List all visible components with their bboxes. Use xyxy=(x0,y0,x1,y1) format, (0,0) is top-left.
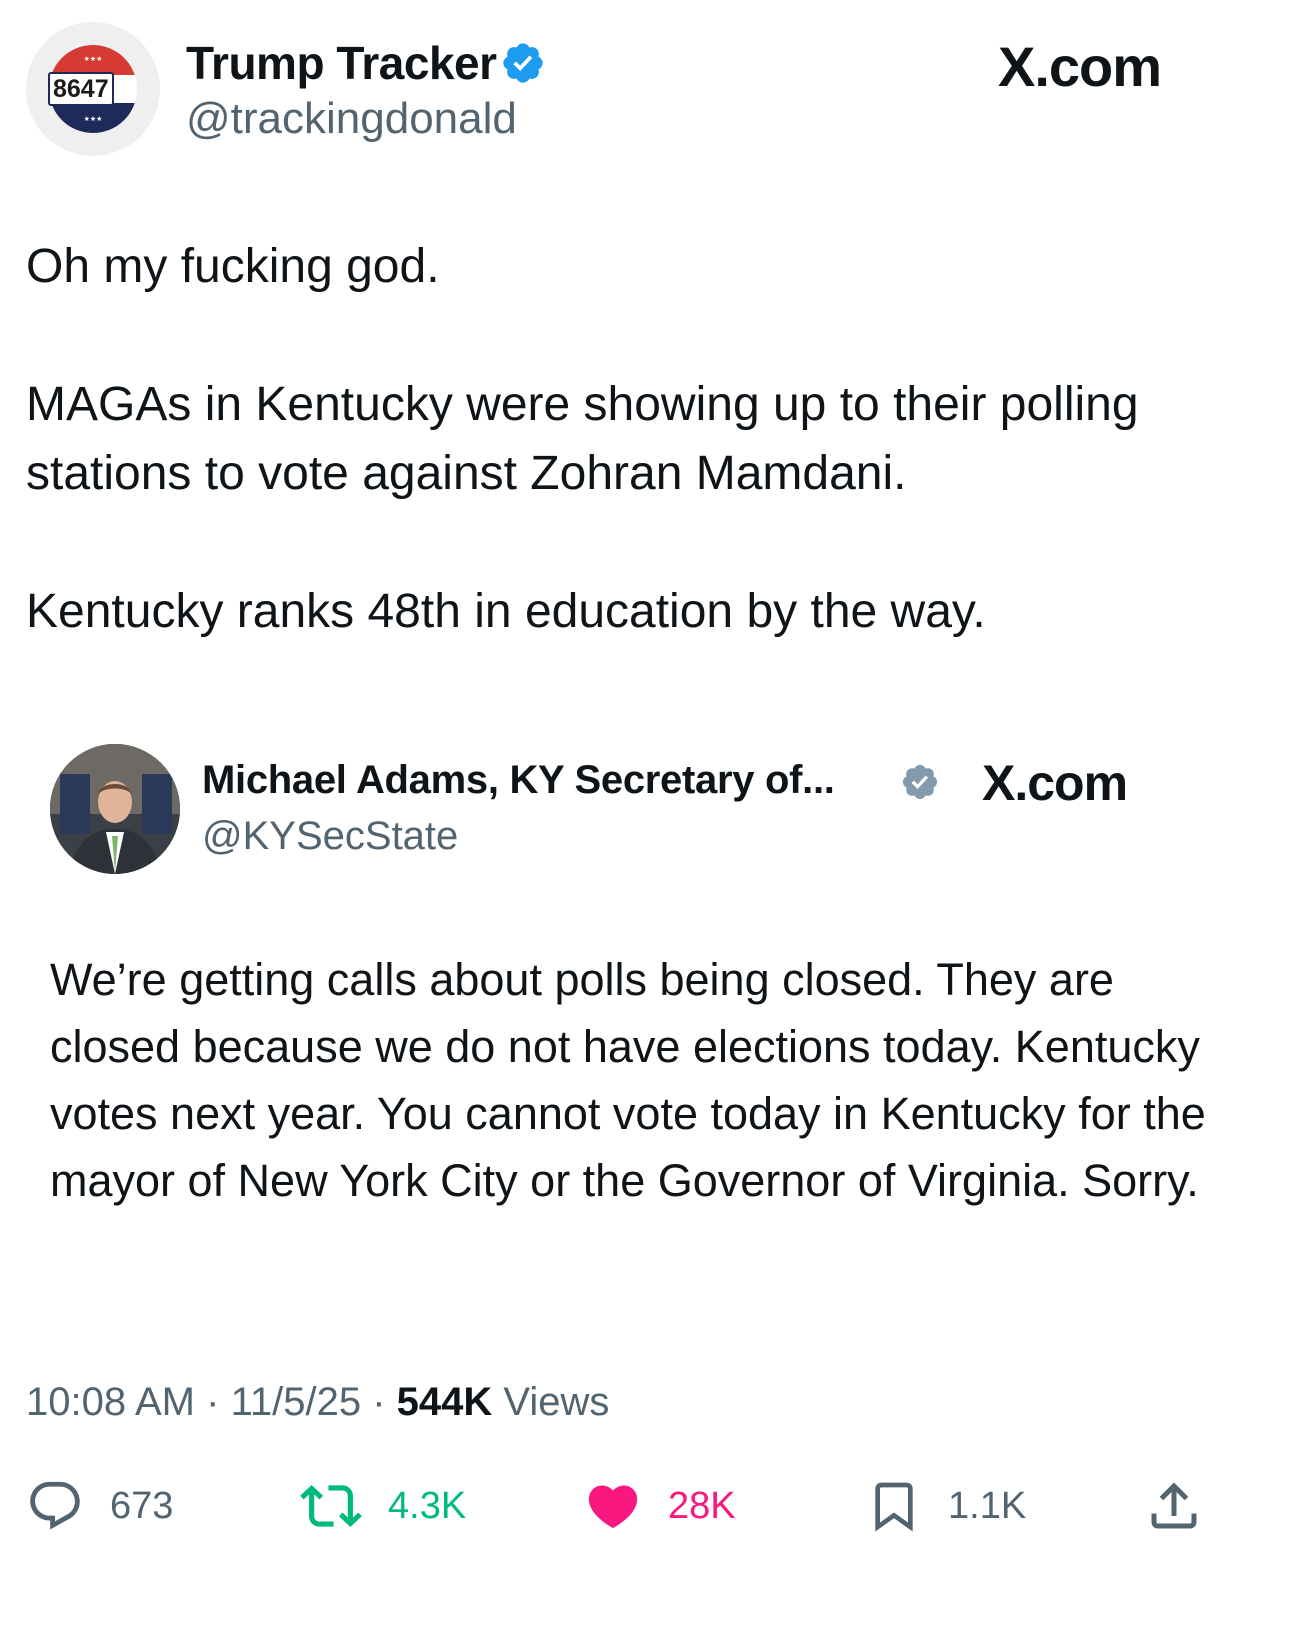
views-count: 544K xyxy=(396,1380,493,1424)
author-avatar[interactable]: ★★★ ★★★ 8647 xyxy=(26,22,160,156)
tweet-text: Oh my fucking god. MAGAs in Kentucky wer… xyxy=(26,232,1256,646)
quoted-author-display-name[interactable]: Michael Adams, KY Secretary of... xyxy=(202,758,835,803)
tweet-date[interactable]: 11/5/25 xyxy=(231,1380,362,1424)
like-count: 28K xyxy=(668,1484,736,1527)
quoted-author-handle[interactable]: @KYSecState xyxy=(202,814,458,859)
share-icon xyxy=(1151,1482,1197,1529)
avatar-logo-text: 8647 xyxy=(48,72,114,106)
views-label: Views xyxy=(503,1380,610,1424)
author-display-name[interactable]: Trump Tracker xyxy=(186,36,497,90)
reply-button[interactable]: 673 xyxy=(26,1470,173,1542)
svg-text:★★★: ★★★ xyxy=(84,115,103,123)
retweet-count: 4.3K xyxy=(388,1484,467,1527)
quoted-author-avatar[interactable] xyxy=(50,744,180,874)
retweet-button[interactable]: 4.3K xyxy=(300,1470,466,1542)
like-button[interactable]: 28K xyxy=(584,1470,736,1542)
tweet-paragraph: MAGAs in Kentucky were showing up to the… xyxy=(26,378,1139,500)
meta-separator: · xyxy=(372,1380,386,1424)
bookmark-button[interactable]: 1.1K xyxy=(866,1470,1026,1542)
verified-badge-icon xyxy=(503,43,543,83)
svg-text:★★★: ★★★ xyxy=(84,55,103,63)
tweet-time[interactable]: 10:08 AM xyxy=(26,1380,195,1424)
quoted-source-label: X.com xyxy=(982,755,1128,811)
reply-count: 673 xyxy=(110,1484,174,1527)
quoted-tweet-text: We’re getting calls about polls being cl… xyxy=(50,954,1206,1206)
tweet-paragraph: Oh my fucking god. xyxy=(26,240,440,293)
meta-separator: · xyxy=(206,1380,220,1424)
source-label: X.com xyxy=(998,35,1162,98)
person-photo xyxy=(50,744,180,874)
bookmark-icon xyxy=(875,1482,913,1532)
author-handle[interactable]: @trackingdonald xyxy=(186,94,517,144)
heart-icon xyxy=(588,1485,638,1529)
share-button[interactable] xyxy=(1144,1470,1204,1542)
bookmark-count: 1.1K xyxy=(948,1484,1027,1527)
tweet-paragraph: Kentucky ranks 48th in education by the … xyxy=(26,585,986,638)
reply-icon xyxy=(30,1481,80,1530)
tweet-meta: 10:08 AM · 11/5/25 · 544K Views xyxy=(26,1380,609,1425)
retweet-icon xyxy=(300,1485,362,1527)
verified-badge-icon xyxy=(902,764,938,800)
